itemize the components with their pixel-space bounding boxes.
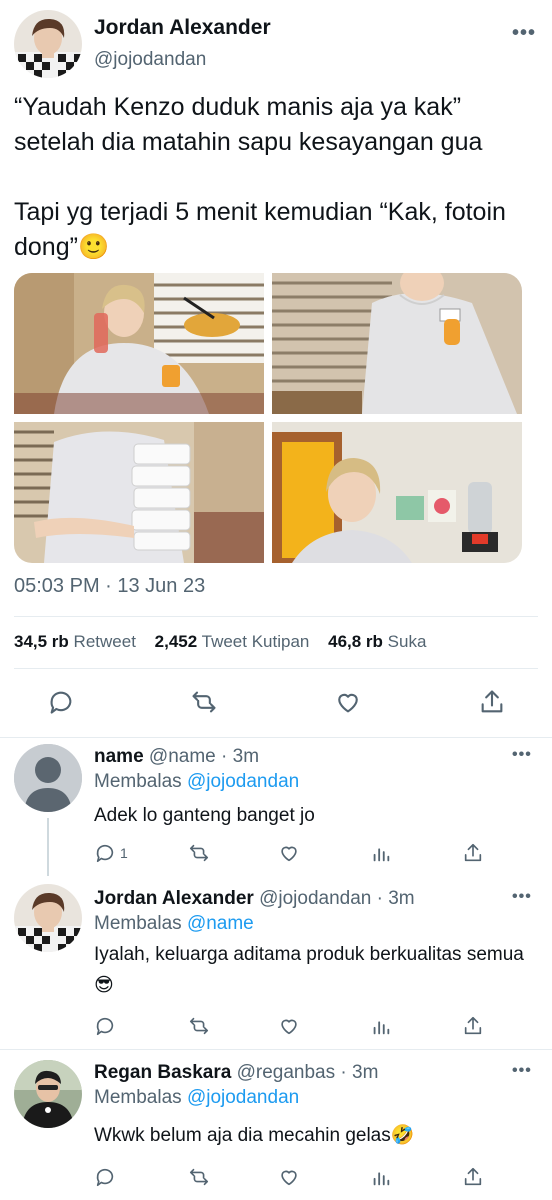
reply-text: Iyalah, keluarga aditama produk berkuali… bbox=[94, 944, 524, 996]
reply-time[interactable]: 3m bbox=[388, 888, 414, 909]
author-avatar[interactable] bbox=[14, 10, 82, 78]
retweet-icon[interactable] bbox=[188, 1015, 210, 1037]
retweet-icon[interactable] bbox=[190, 688, 218, 716]
tweet-text: “Yaudah Kenzo duduk manis aja ya kak” se… bbox=[14, 93, 506, 261]
reply-avatar[interactable] bbox=[14, 884, 82, 952]
reply-handle[interactable]: @name bbox=[149, 746, 216, 767]
quote-label[interactable]: Tweet Kutipan bbox=[202, 632, 310, 651]
retweet-icon[interactable] bbox=[188, 842, 210, 864]
author-name[interactable]: Jordan Alexander bbox=[94, 16, 271, 40]
photo-1[interactable] bbox=[14, 273, 264, 414]
replying-to: Membalas @name bbox=[94, 913, 254, 935]
reply-icon[interactable] bbox=[94, 1166, 116, 1188]
replying-to: Membalas @jojodandan bbox=[94, 771, 299, 793]
tweet-stats: 34,5 rb Retweet 2,452 Tweet Kutipan 46,8… bbox=[14, 632, 426, 652]
reply-item[interactable]: Regan Baskara @reganbas · 3m ••• Membala… bbox=[0, 1050, 552, 1200]
like-icon[interactable] bbox=[278, 842, 300, 864]
reply-header: name @name · 3m bbox=[94, 746, 259, 768]
views-icon[interactable] bbox=[370, 1166, 392, 1188]
retweet-label[interactable]: Retweet bbox=[74, 632, 136, 651]
replying-to-link[interactable]: @jojodandan bbox=[187, 771, 299, 792]
replying-to-link[interactable]: @name bbox=[187, 913, 254, 934]
author-handle[interactable]: @jojodandan bbox=[94, 49, 206, 71]
reply-handle[interactable]: @jojodandan bbox=[259, 888, 371, 909]
retweet-count[interactable]: 34,5 rb bbox=[14, 632, 69, 651]
quote-count[interactable]: 2,452 bbox=[155, 632, 198, 651]
reply-name[interactable]: name bbox=[94, 746, 144, 767]
views-icon[interactable] bbox=[370, 842, 392, 864]
thread-line bbox=[47, 818, 49, 876]
photo-3[interactable] bbox=[14, 422, 264, 563]
media-grid[interactable] bbox=[14, 273, 522, 563]
replying-prefix: Membalas bbox=[94, 771, 182, 792]
reply-item[interactable]: Jordan Alexander @jojodandan · 3m ••• Me… bbox=[0, 876, 552, 1046]
reply-handle[interactable]: @reganbas bbox=[237, 1062, 336, 1083]
reply-time[interactable]: 3m bbox=[233, 746, 259, 767]
share-icon[interactable] bbox=[478, 688, 506, 716]
more-icon[interactable]: ••• bbox=[512, 746, 532, 764]
reply-header: Jordan Alexander @jojodandan · 3m bbox=[94, 888, 415, 910]
reply-text: Adek lo ganteng banget jo bbox=[94, 805, 315, 826]
reply-icon[interactable] bbox=[94, 842, 116, 864]
reply-icon[interactable] bbox=[94, 1015, 116, 1037]
photo-4[interactable] bbox=[272, 422, 522, 563]
replying-prefix: Membalas bbox=[94, 1087, 182, 1108]
replying-to: Membalas @jojodandan bbox=[94, 1087, 299, 1109]
share-icon[interactable] bbox=[462, 1015, 484, 1037]
share-icon[interactable] bbox=[462, 1166, 484, 1188]
like-icon[interactable] bbox=[278, 1015, 300, 1037]
like-label[interactable]: Suka bbox=[388, 632, 427, 651]
reply-icon[interactable] bbox=[47, 688, 75, 716]
like-icon[interactable] bbox=[334, 688, 362, 716]
reply-avatar[interactable] bbox=[14, 744, 82, 812]
like-icon[interactable] bbox=[278, 1166, 300, 1188]
dot-separator: · bbox=[340, 1062, 347, 1083]
photo-2[interactable] bbox=[272, 273, 522, 414]
divider bbox=[14, 616, 538, 617]
reply-name[interactable]: Regan Baskara bbox=[94, 1062, 231, 1083]
dot-separator: · bbox=[221, 746, 228, 767]
reply-avatar[interactable] bbox=[14, 1060, 82, 1128]
views-icon[interactable] bbox=[370, 1015, 392, 1037]
more-icon[interactable]: ••• bbox=[512, 888, 532, 906]
reply-text: Wkwk belum aja dia mecahin gelas🤣 bbox=[94, 1125, 415, 1146]
tweet-timestamp[interactable]: 05:03 PM · 13 Jun 23 bbox=[14, 575, 205, 598]
replying-prefix: Membalas bbox=[94, 913, 182, 934]
divider bbox=[14, 668, 538, 669]
main-tweet: Jordan Alexander @jojodandan ••• “Yaudah… bbox=[0, 0, 552, 737]
reply-time[interactable]: 3m bbox=[352, 1062, 378, 1083]
more-icon[interactable]: ••• bbox=[512, 22, 536, 45]
replying-to-link[interactable]: @jojodandan bbox=[187, 1087, 299, 1108]
reply-name[interactable]: Jordan Alexander bbox=[94, 888, 254, 909]
reply-header: Regan Baskara @reganbas · 3m bbox=[94, 1062, 378, 1084]
more-icon[interactable]: ••• bbox=[512, 1062, 532, 1080]
dot-separator: · bbox=[376, 888, 383, 909]
retweet-icon[interactable] bbox=[188, 1166, 210, 1188]
tweet-actions bbox=[0, 688, 552, 720]
reply-item[interactable]: name @name · 3m ••• Membalas @jojodandan… bbox=[0, 738, 552, 876]
reply-count: 1 bbox=[120, 845, 128, 861]
share-icon[interactable] bbox=[462, 842, 484, 864]
like-count[interactable]: 46,8 rb bbox=[328, 632, 383, 651]
